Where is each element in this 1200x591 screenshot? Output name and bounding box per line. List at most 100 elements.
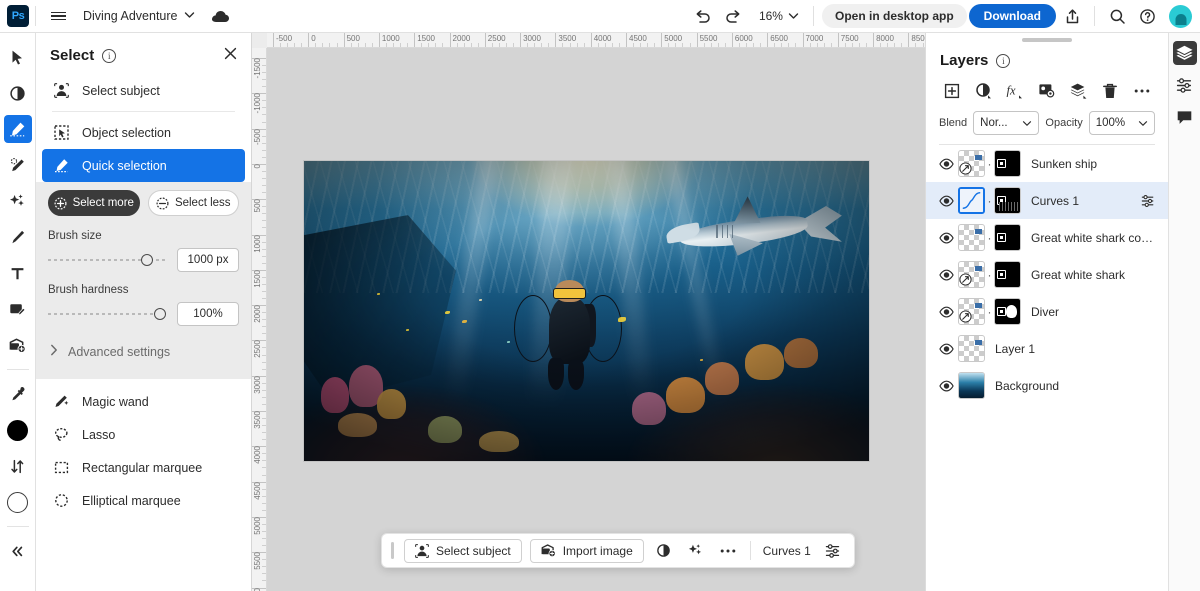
- layer-mask-thumbnail[interactable]: [994, 224, 1021, 251]
- mask-link-icon[interactable]: ·: [985, 195, 994, 207]
- redo-icon[interactable]: [719, 2, 747, 30]
- place-image-tool[interactable]: [4, 331, 32, 359]
- table-row[interactable]: · Diver: [926, 293, 1168, 330]
- delete-layer-button[interactable]: [1098, 79, 1122, 103]
- layer-visibility-toggle[interactable]: [934, 306, 958, 318]
- table-row[interactable]: Layer 1: [926, 330, 1168, 367]
- layer-name[interactable]: Sunken ship: [1031, 157, 1158, 171]
- comments-panel-button[interactable]: [1173, 105, 1197, 129]
- more-options-button[interactable]: [1130, 79, 1154, 103]
- table-row[interactable]: · Sunken ship: [926, 145, 1168, 182]
- open-in-desktop-app-button[interactable]: Open in desktop app: [821, 4, 967, 28]
- crop-tool[interactable]: [4, 295, 32, 323]
- brush-size-value[interactable]: 1000 px: [177, 248, 239, 272]
- layer-effects-button[interactable]: fx: [1003, 79, 1027, 103]
- eyedropper-tool[interactable]: [4, 380, 32, 408]
- layer-thumbnail[interactable]: [958, 261, 985, 288]
- layer-thumbnail[interactable]: [958, 335, 985, 362]
- type-tool[interactable]: [4, 259, 32, 287]
- layers-panel-button[interactable]: [1172, 41, 1197, 65]
- layer-name[interactable]: Great white shark: [1031, 268, 1158, 282]
- context-properties-button[interactable]: [821, 539, 845, 563]
- brush-size-knob[interactable]: [140, 254, 153, 266]
- layer-thumbnail[interactable]: [958, 298, 985, 325]
- mask-link-icon[interactable]: ·: [985, 269, 994, 281]
- add-layer-button[interactable]: [940, 79, 964, 103]
- brush-size-slider[interactable]: [48, 253, 167, 267]
- mask-link-icon[interactable]: ·: [985, 158, 994, 170]
- layer-thumbnail[interactable]: [958, 187, 985, 214]
- layer-name[interactable]: Curves 1: [1031, 194, 1138, 208]
- layer-thumbnail[interactable]: [958, 224, 985, 251]
- object-selection-row[interactable]: Object selection: [36, 116, 251, 149]
- select-more-button[interactable]: Select more: [48, 190, 140, 216]
- layer-visibility-toggle[interactable]: [934, 380, 958, 392]
- layer-thumbnail[interactable]: [958, 372, 985, 399]
- context-select-subject-button[interactable]: Select subject: [404, 538, 522, 563]
- rectangular-marquee-row[interactable]: Rectangular marquee: [36, 451, 251, 484]
- table-row[interactable]: Background: [926, 367, 1168, 404]
- foreground-color[interactable]: [4, 416, 32, 444]
- context-generative-button[interactable]: [684, 539, 708, 563]
- context-import-image-button[interactable]: Import image: [529, 538, 644, 563]
- layer-mask-thumbnail[interactable]: [994, 298, 1021, 325]
- context-more-button[interactable]: [716, 539, 740, 563]
- lasso-row[interactable]: Lasso: [36, 418, 251, 451]
- opacity-select[interactable]: 100%: [1088, 111, 1155, 135]
- layer-visibility-toggle[interactable]: [934, 158, 958, 170]
- info-icon[interactable]: i: [102, 48, 117, 63]
- photoshop-logo[interactable]: Ps: [7, 5, 29, 27]
- layer-name[interactable]: Great white shark co…: [1031, 231, 1158, 245]
- table-row[interactable]: · Great white shark co…: [926, 219, 1168, 256]
- artboard[interactable]: [304, 161, 869, 461]
- layer-mask-thumbnail[interactable]: [994, 150, 1021, 177]
- layer-mask-thumbnail[interactable]: [994, 187, 1021, 214]
- advanced-settings-toggle[interactable]: Advanced settings: [48, 338, 239, 365]
- download-button[interactable]: Download: [968, 4, 1056, 28]
- select-less-button[interactable]: Select less: [147, 190, 239, 216]
- layer-name[interactable]: Layer 1: [995, 342, 1158, 356]
- layer-properties-button[interactable]: [1138, 194, 1158, 208]
- hamburger-icon[interactable]: [45, 3, 71, 29]
- layer-thumbnail[interactable]: [958, 150, 985, 177]
- layer-visibility-toggle[interactable]: [934, 269, 958, 281]
- swap-colors[interactable]: [4, 452, 32, 480]
- mask-link-icon[interactable]: ·: [985, 306, 994, 318]
- close-icon[interactable]: [224, 47, 237, 64]
- help-icon[interactable]: [1133, 2, 1161, 30]
- layer-visibility-toggle[interactable]: [934, 232, 958, 244]
- horizontal-ruler[interactable]: -500 0 500 1000 1500 2000 2500 3000 3500 4000 4500…: [252, 33, 925, 48]
- undo-icon[interactable]: [689, 2, 717, 30]
- info-icon[interactable]: i: [996, 53, 1011, 68]
- layer-mask-thumbnail[interactable]: [994, 261, 1021, 288]
- move-tool[interactable]: [4, 43, 32, 71]
- share-icon[interactable]: [1058, 2, 1086, 30]
- properties-panel-button[interactable]: [1173, 73, 1197, 97]
- brush-tool[interactable]: [4, 223, 32, 251]
- add-adjustment-button[interactable]: [972, 79, 996, 103]
- adjustment-tool[interactable]: [4, 79, 32, 107]
- canvas-area[interactable]: -500 0 500 1000 1500 2000 2500 3000 3500 4000 4500…: [252, 33, 925, 591]
- table-row[interactable]: · Great white shark: [926, 256, 1168, 293]
- drag-handle[interactable]: [391, 542, 394, 559]
- brush-hardness-knob[interactable]: [153, 308, 166, 320]
- layer-name[interactable]: Diver: [1031, 305, 1158, 319]
- layer-visibility-toggle[interactable]: [934, 195, 958, 207]
- layer-visibility-toggle[interactable]: [934, 343, 958, 355]
- mask-link-icon[interactable]: ·: [985, 232, 994, 244]
- table-row[interactable]: · Curves 1: [926, 182, 1168, 219]
- group-layers-button[interactable]: [1067, 79, 1091, 103]
- layer-name[interactable]: Background: [995, 379, 1158, 393]
- magic-wand-row[interactable]: Magic wand: [36, 385, 251, 418]
- brush-hardness-value[interactable]: 100%: [177, 302, 239, 326]
- spot-healing-tool[interactable]: [4, 151, 32, 179]
- collapse-panel-button[interactable]: [4, 537, 32, 565]
- chevron-down-icon[interactable]: [184, 11, 195, 21]
- background-color[interactable]: [4, 488, 32, 516]
- cloud-saved-icon[interactable]: [211, 10, 230, 23]
- blend-mode-select[interactable]: Nor...: [973, 111, 1040, 135]
- elliptical-marquee-row[interactable]: Elliptical marquee: [36, 484, 251, 517]
- quick-selection-row[interactable]: Quick selection: [42, 149, 245, 182]
- quick-selection-tool[interactable]: [3, 115, 32, 143]
- generative-fill-tool[interactable]: [4, 187, 32, 215]
